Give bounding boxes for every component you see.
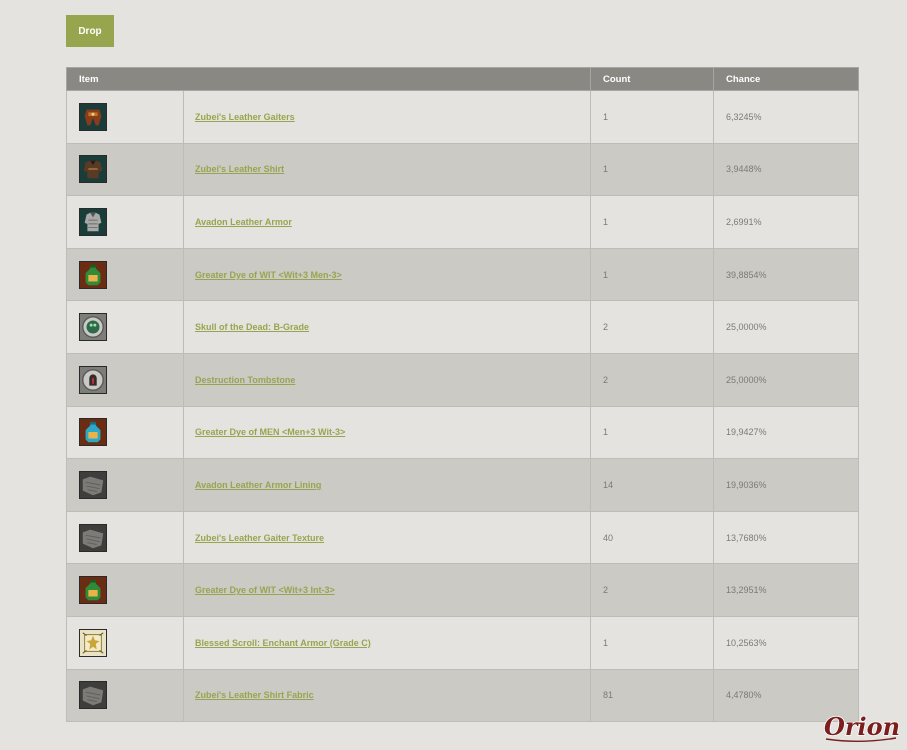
fabric-icon[interactable] [79,470,107,499]
item-name-cell: Greater Dye of WIT <Wit+3 Men-3> [182,247,592,302]
item-name-cell: Zubei's Leather Gaiter Texture [182,510,592,565]
item-link[interactable]: Zubei's Leather Gaiters [195,112,295,122]
item-chance: 3,9448% [713,142,860,197]
item-count: 2 [590,300,715,354]
item-name-cell: Greater Dye of WIT <Wit+3 Int-3> [182,563,592,617]
item-link[interactable]: Zubei's Leather Shirt Fabric [195,690,314,700]
item-icon-cell [66,458,184,512]
item-link[interactable]: Blessed Scroll: Enchant Armor (Grade C) [195,638,371,648]
item-link[interactable]: Greater Dye of WIT <Wit+3 Int-3> [195,585,335,595]
table-row: Greater Dye of WIT <Wit+3 Int-3> 2 13,2951… [66,563,860,617]
item-icon-cell [66,300,184,354]
item-name-cell: Greater Dye of MEN <Men+3 Wit-3> [182,405,592,460]
tab-drop[interactable]: Drop [66,15,114,47]
fabric-icon[interactable] [79,681,107,710]
item-chance: 25,0000% [713,352,860,407]
item-icon-cell [66,142,184,197]
item-chance: 13,2951% [713,563,860,617]
table-row: Destruction Tombstone 2 25,0000% [66,352,860,407]
item-chance: 19,9036% [713,458,860,512]
table-row: Avadon Leather Armor 1 2,6991% [66,195,860,249]
item-link[interactable]: Avadon Leather Armor [195,217,292,227]
item-chance: 6,3245% [713,90,860,144]
item-name-cell: Blessed Scroll: Enchant Armor (Grade C) [182,615,592,670]
item-link[interactable]: Destruction Tombstone [195,375,295,385]
item-count: 1 [590,405,715,460]
item-link[interactable]: Greater Dye of WIT <Wit+3 Men-3> [195,270,342,280]
item-link[interactable]: Greater Dye of MEN <Men+3 Wit-3> [195,427,345,437]
table-row: Greater Dye of MEN <Men+3 Wit-3> 1 19,9427… [66,405,860,460]
dye-green-icon[interactable] [79,260,107,289]
table-row: Zubei's Leather Gaiter Texture 40 13,7680% [66,510,860,565]
dye-blue-icon[interactable] [79,418,107,447]
tombstone-orb-icon[interactable] [79,365,107,394]
item-name-cell: Avadon Leather Armor [182,195,592,249]
item-icon-cell [66,247,184,302]
item-name-cell: Zubei's Leather Shirt [182,142,592,197]
item-link[interactable]: Avadon Leather Armor Lining [195,480,321,490]
item-chance: 19,9427% [713,405,860,460]
item-chance: 10,2563% [713,615,860,670]
header-count: Count [590,67,715,91]
item-count: 2 [590,352,715,407]
item-icon-cell [66,405,184,460]
skull-orb-icon[interactable] [79,313,107,342]
table-row: Zubei's Leather Shirt Fabric 81 4,4780% [66,668,860,723]
item-count: 1 [590,615,715,670]
scroll-icon[interactable] [79,628,107,657]
item-icon-cell [66,90,184,144]
item-count: 1 [590,90,715,144]
item-icon-cell [66,563,184,617]
item-icon-cell [66,668,184,723]
header-chance: Chance [713,67,860,91]
item-count: 81 [590,668,715,723]
table-row: Zubei's Leather Shirt 1 3,9448% [66,142,860,197]
table-row: Greater Dye of WIT <Wit+3 Men-3> 1 39,8854… [66,247,860,302]
item-link[interactable]: Zubei's Leather Shirt [195,164,284,174]
leather-shirt-icon[interactable] [79,155,107,184]
item-name-cell: Zubei's Leather Gaiters [182,90,592,144]
drop-table: Item Count Chance Zubei's Leather Gaiter… [65,67,860,723]
dye-green-icon[interactable] [79,576,107,605]
item-count: 2 [590,563,715,617]
item-icon-cell [66,352,184,407]
item-count: 1 [590,195,715,249]
table-body: Zubei's Leather Gaiters 1 6,3245% Zubei's L… [66,90,860,723]
item-icon-cell [66,615,184,670]
table-row: Avadon Leather Armor Lining 14 19,9036% [66,458,860,512]
item-name-cell: Avadon Leather Armor Lining [182,458,592,512]
table-header-row: Item Count Chance [65,67,860,91]
item-link[interactable]: Zubei's Leather Gaiter Texture [195,533,324,543]
page: Drop Item Count Chance Zubei's Leather G… [0,0,907,750]
header-item: Item [65,67,592,91]
item-chance: 39,8854% [713,247,860,302]
item-name-cell: Skull of the Dead: B-Grade [182,300,592,354]
table-row: Blessed Scroll: Enchant Armor (Grade C) 1… [66,615,860,670]
orion-logo: Orion [823,711,900,742]
leather-gaiters-icon[interactable] [79,102,107,131]
svg-text:Orion: Orion [824,712,900,741]
item-chance: 13,7680% [713,510,860,565]
table-row: Skull of the Dead: B-Grade 2 25,0000% [66,300,860,354]
item-count: 1 [590,142,715,197]
table-row: Zubei's Leather Gaiters 1 6,3245% [66,90,860,144]
item-chance: 2,6991% [713,195,860,249]
fabric-icon[interactable] [79,523,107,552]
item-icon-cell [66,195,184,249]
leather-armor-icon[interactable] [79,207,107,236]
item-count: 40 [590,510,715,565]
item-icon-cell [66,510,184,565]
item-count: 1 [590,247,715,302]
item-count: 14 [590,458,715,512]
item-name-cell: Destruction Tombstone [182,352,592,407]
item-name-cell: Zubei's Leather Shirt Fabric [182,668,592,723]
item-link[interactable]: Skull of the Dead: B-Grade [195,322,309,332]
item-chance: 25,0000% [713,300,860,354]
